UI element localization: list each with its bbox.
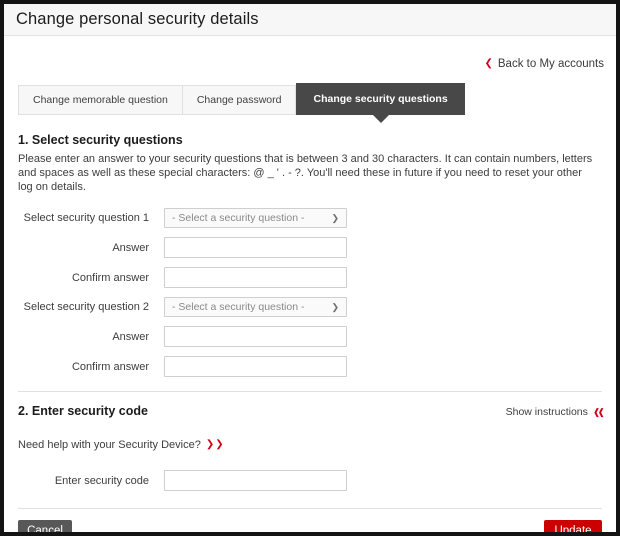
security-code-form: Enter security code	[18, 470, 602, 491]
back-to-my-accounts-link[interactable]: ❮ Back to My accounts	[485, 58, 605, 70]
form-row-security-question-1: Select security question 1 - Select a se…	[18, 208, 602, 228]
answer-2-input[interactable]	[164, 326, 347, 347]
chevron-left-icon: ❮	[484, 58, 493, 69]
section-1-heading: 1. Select security questions	[18, 133, 183, 147]
form-row-security-question-2: Select security question 2 - Select a se…	[18, 297, 602, 317]
chevron-double-right-icon: ❯❯	[205, 439, 225, 450]
label-confirm-answer-1: Confirm answer	[71, 271, 149, 284]
section-1-instructions: Please enter an answer to your security …	[18, 153, 593, 193]
label-answer-2: Answer	[112, 330, 149, 343]
select-value: - Select a security question -	[172, 212, 305, 224]
footer-actions: Cancel Update	[4, 509, 616, 532]
section-2-heading: 2. Enter security code	[18, 404, 148, 418]
update-button[interactable]: Update	[544, 520, 602, 532]
security-device-help-link[interactable]: Need help with your Security Device? ❯❯	[18, 439, 602, 451]
confirm-answer-1-input[interactable]	[164, 267, 347, 288]
chevron-double-down-icon: ❰❰	[592, 406, 605, 417]
show-instructions-label: Show instructions	[505, 406, 588, 418]
tab-label: Change password	[196, 94, 282, 106]
chevron-down-icon: ❯	[331, 212, 339, 223]
label-security-code: Enter security code	[54, 474, 149, 487]
form-row-answer-1: Answer	[18, 237, 602, 258]
help-link-label: Need help with your Security Device?	[18, 439, 201, 451]
back-link-label: Back to My accounts	[497, 58, 604, 70]
page-header: Change personal security details	[4, 4, 616, 36]
tab-label: Change memorable question	[33, 94, 168, 106]
page-content: 1. Select security questions Please ente…	[4, 133, 616, 491]
tab-bar: Change memorable question Change passwor…	[18, 83, 616, 123]
select-value: - Select a security question -	[172, 301, 305, 313]
form-row-answer-2: Answer	[18, 326, 602, 347]
select-security-question-1[interactable]: - Select a security question - ❯	[164, 208, 347, 228]
section-divider	[18, 391, 602, 392]
chevron-down-icon: ❯	[331, 301, 339, 312]
select-security-question-2[interactable]: - Select a security question - ❯	[164, 297, 347, 317]
label-confirm-answer-2: Confirm answer	[71, 360, 149, 373]
back-link-row: ❮ Back to My accounts	[4, 36, 616, 70]
answer-1-input[interactable]	[164, 237, 347, 258]
security-code-input[interactable]	[164, 470, 347, 491]
label-answer-1: Answer	[112, 241, 149, 254]
security-questions-form: Select security question 1 - Select a se…	[18, 208, 602, 377]
confirm-answer-2-input[interactable]	[164, 356, 347, 377]
label-security-question-1: Select security question 1	[23, 212, 149, 224]
show-instructions-link[interactable]: Show instructions ❰❰	[505, 406, 605, 418]
tab-change-memorable-question[interactable]: Change memorable question	[18, 85, 183, 115]
tab-change-security-questions[interactable]: Change security questions	[296, 83, 465, 123]
tab-change-password[interactable]: Change password	[182, 85, 297, 115]
page-root: Change personal security details ❮ Back …	[4, 4, 616, 532]
form-row-security-code: Enter security code	[18, 470, 602, 491]
active-tab-pointer-icon	[371, 114, 390, 123]
tab-label: Change security questions	[313, 93, 448, 105]
label-security-question-2: Select security question 2	[23, 301, 149, 313]
page-title: Change personal security details	[16, 10, 259, 28]
form-row-confirm-answer-1: Confirm answer	[18, 267, 602, 288]
browser-window: Change personal security details ❮ Back …	[0, 0, 620, 536]
cancel-button[interactable]: Cancel	[18, 520, 72, 532]
section-2-header-row: 2. Enter security code Show instructions…	[18, 404, 605, 418]
form-row-confirm-answer-2: Confirm answer	[18, 356, 602, 377]
